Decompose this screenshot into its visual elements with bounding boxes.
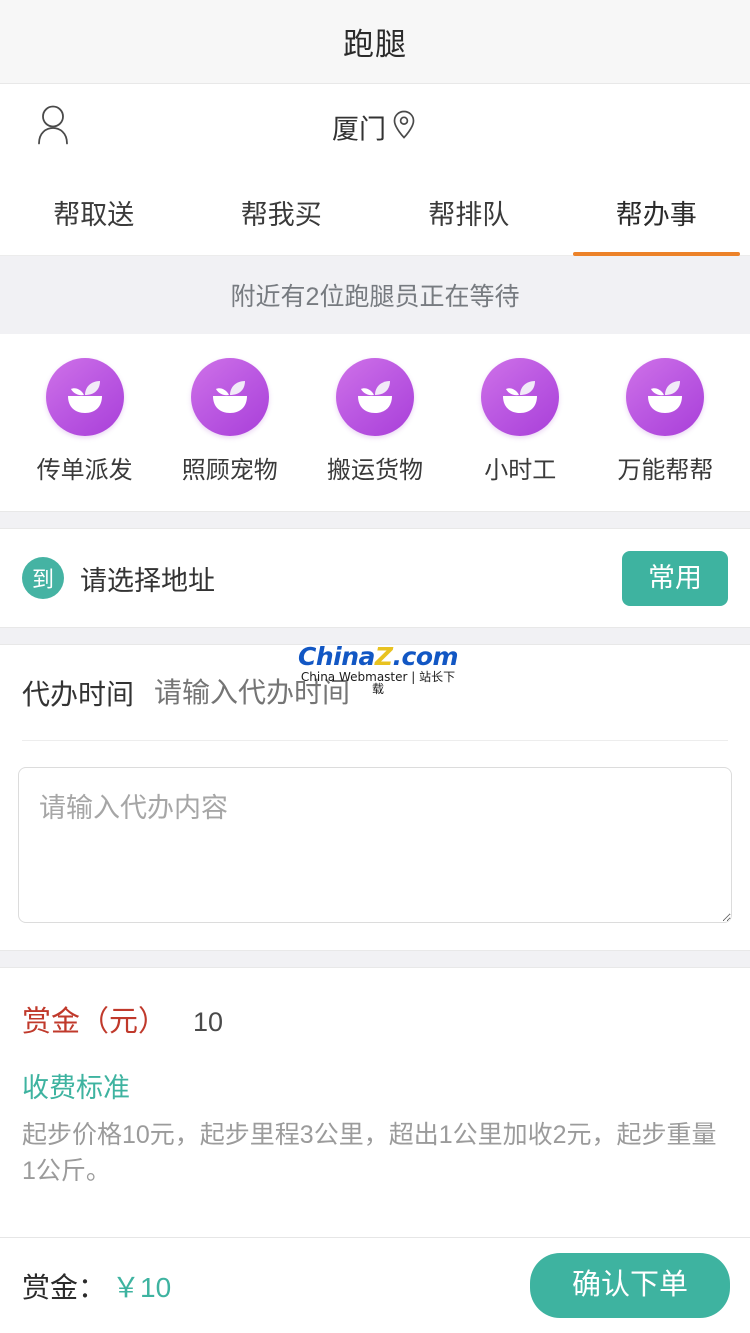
salad-bowl-icon xyxy=(45,358,124,436)
location-pin-icon xyxy=(390,109,418,146)
content-textarea[interactable] xyxy=(18,767,732,923)
time-input[interactable] xyxy=(154,676,728,709)
tab-label: 帮取送 xyxy=(53,200,135,230)
time-field-block: 代办时间 xyxy=(0,645,750,741)
tab-label: 帮我买 xyxy=(240,200,322,230)
submit-order-button[interactable]: 确认下单 xyxy=(529,1253,730,1318)
reward-block: 赏金（元） 10 收费标准 起步价格10元，起步里程3公里，超出1公里加收2元，… xyxy=(0,968,750,1196)
tab-bangqusong[interactable]: 帮取送 xyxy=(0,170,188,255)
to-badge: 到 xyxy=(22,557,64,599)
title-bar: 跑腿 xyxy=(0,0,750,84)
service-label: 小时工 xyxy=(484,457,557,484)
service-label: 传单派发 xyxy=(36,457,133,484)
tab-label: 帮办事 xyxy=(615,200,697,230)
fee-standard-desc: 起步价格10元，起步里程3公里，超出1公里加收2元，起步重量1公斤。 xyxy=(22,1121,717,1186)
service-grid: 传单派发 照顾宠物 搬运货物 小时工 万能帮帮 xyxy=(0,334,750,511)
service-item-banyunhuowu[interactable]: 搬运货物 xyxy=(302,358,447,485)
salad-bowl-icon xyxy=(481,358,560,436)
location-bar: 厦门 xyxy=(0,84,750,170)
section-divider xyxy=(0,950,750,968)
reward-row[interactable]: 赏金（元） 10 xyxy=(22,998,728,1040)
reward-label: 赏金（元） xyxy=(22,1006,168,1038)
category-tabs: 帮取送 帮我买 帮排队 帮办事 xyxy=(0,170,750,256)
salad-bowl-icon xyxy=(336,358,414,436)
app-screen: 跑腿 厦门 帮取送 帮我买 帮排队 帮办事 附近有2位跑腿员正在等待 传单派发 … xyxy=(0,0,750,1333)
bottom-reward-label: 赏金： xyxy=(22,1271,107,1303)
time-label: 代办时间 xyxy=(22,678,135,710)
address-placeholder[interactable]: 请选择地址 xyxy=(80,559,622,598)
service-item-zhaoguchongwu[interactable]: 照顾宠物 xyxy=(157,358,302,485)
bottom-reward-amount: ￥10 xyxy=(112,1271,172,1303)
tab-bangwomai[interactable]: 帮我买 xyxy=(188,170,376,255)
section-divider xyxy=(0,627,750,645)
address-row[interactable]: 到 请选择地址 常用 xyxy=(0,529,750,627)
city-label: 厦门 xyxy=(332,114,386,145)
time-row: 代办时间 xyxy=(22,645,728,741)
common-address-button[interactable]: 常用 xyxy=(622,550,728,606)
section-divider xyxy=(0,511,750,529)
runner-notice: 附近有2位跑腿员正在等待 xyxy=(0,256,750,334)
reward-value[interactable]: 10 xyxy=(193,1007,223,1038)
runner-notice-text: 附近有2位跑腿员正在等待 xyxy=(230,283,520,311)
tab-label: 帮排队 xyxy=(428,200,510,230)
bottom-reward-summary: 赏金： ￥10 xyxy=(22,1266,171,1306)
service-label: 搬运货物 xyxy=(327,457,423,484)
content-field-block xyxy=(0,741,750,950)
salad-bowl-icon xyxy=(626,358,705,436)
bottom-action-bar: 赏金： ￥10 确认下单 xyxy=(0,1237,750,1333)
service-item-wannengbangbang[interactable]: 万能帮帮 xyxy=(593,358,738,485)
service-label: 照顾宠物 xyxy=(181,457,278,484)
service-label: 万能帮帮 xyxy=(617,457,714,484)
service-item-chuandanpaifa[interactable]: 传单派发 xyxy=(12,358,157,485)
salad-bowl-icon xyxy=(190,358,269,436)
service-item-xiaoshigong[interactable]: 小时工 xyxy=(448,358,593,485)
tab-bangpaidui[interactable]: 帮排队 xyxy=(375,170,563,255)
city-selector[interactable]: 厦门 xyxy=(0,108,750,147)
page-title: 跑腿 xyxy=(343,27,407,62)
fee-standard-title: 收费标准 xyxy=(22,1073,130,1103)
tab-bangbanshi[interactable]: 帮办事 xyxy=(563,170,750,256)
